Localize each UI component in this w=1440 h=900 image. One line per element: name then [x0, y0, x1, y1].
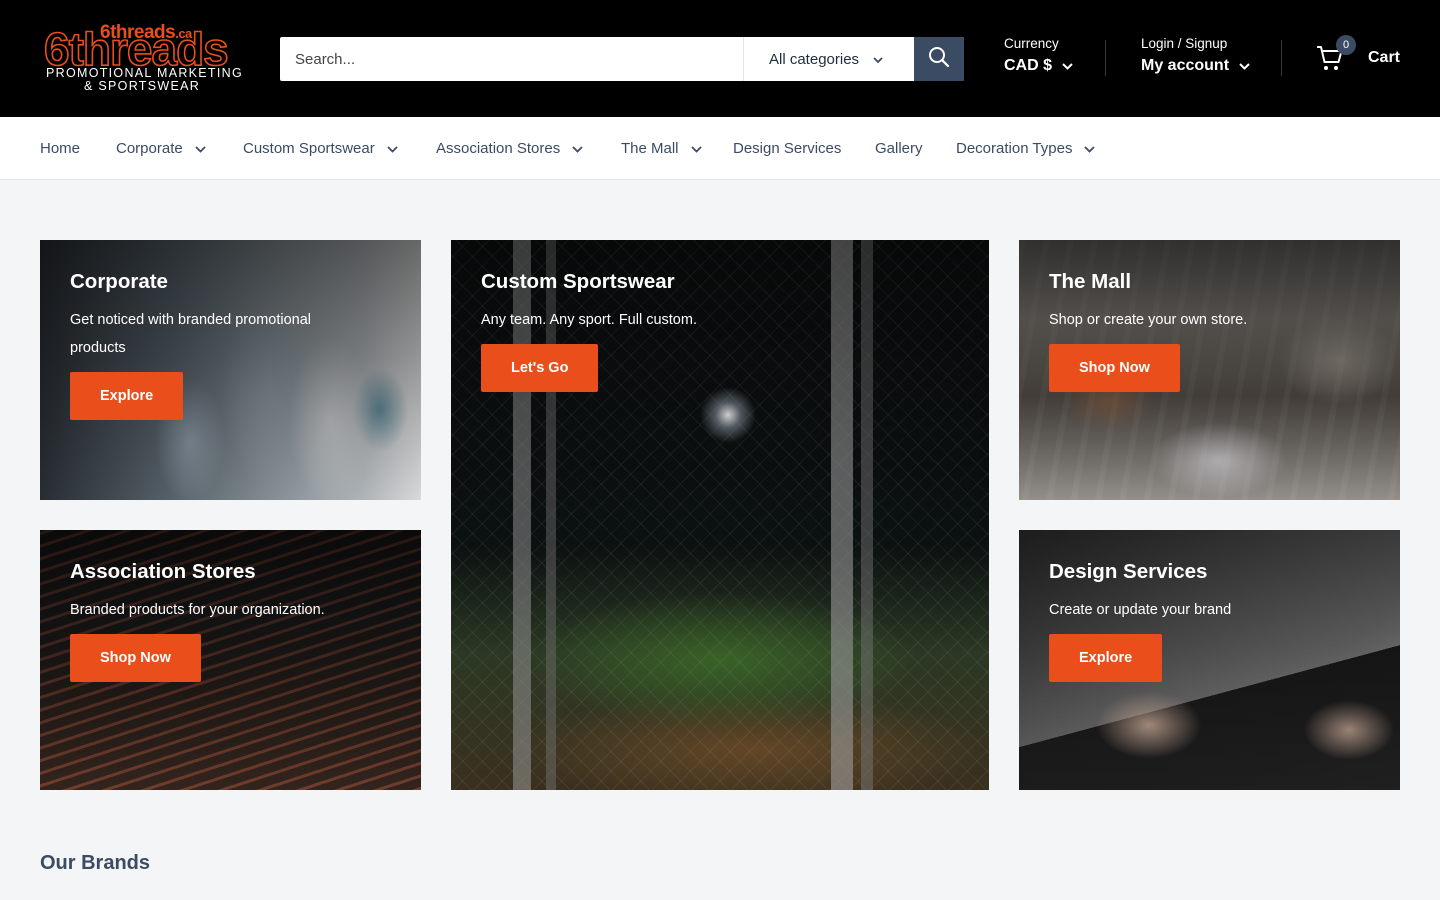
main-navigation: Home Corporate Custom Sportswear Associa… [0, 117, 1440, 180]
search-input[interactable] [280, 37, 743, 81]
tile-description: Any team. Any sport. Full custom. [481, 312, 697, 328]
nav-item-custom-sportswear[interactable]: Custom Sportswear [243, 117, 398, 179]
tile-title: Custom Sportswear [481, 270, 675, 293]
nav-item-label: Gallery [875, 139, 923, 157]
nav-item-label: Home [40, 139, 81, 157]
section-heading-brands: Our Brands [40, 852, 151, 874]
chevron-down-icon [690, 140, 702, 157]
header-divider [1281, 40, 1282, 76]
nav-item-label: Design Services [733, 139, 842, 157]
tile-description: Get noticed with branded promotional pro… [70, 312, 312, 356]
cart-icon: 0 [1316, 35, 1356, 73]
shop-now-button[interactable]: Shop Now [1049, 344, 1180, 392]
chevron-down-icon [1239, 57, 1250, 75]
tile-title: Corporate [70, 270, 168, 293]
tile-description: Branded products for your organization. [70, 602, 325, 618]
chevron-down-icon [1084, 140, 1096, 157]
cart-label: Cart [1368, 49, 1401, 66]
nav-item-label: Corporate [116, 139, 183, 157]
tile-title: Design Services [1049, 560, 1208, 583]
category-select-label: All categories [769, 50, 860, 68]
tile-description: Shop or create your own store. [1049, 312, 1248, 328]
tile-corporate[interactable]: Corporate Get noticed with branded promo… [40, 240, 421, 500]
tile-the-mall[interactable]: The Mall Shop or create your own store. … [1019, 240, 1400, 500]
currency-selector[interactable]: Currency CAD $ [1004, 36, 1073, 75]
currency-label: Currency [1004, 36, 1059, 51]
tile-custom-sportswear[interactable]: Custom Sportswear Any team. Any sport. F… [451, 240, 989, 790]
cart-button[interactable]: 0 Cart [1316, 35, 1401, 76]
nav-item-decoration-types[interactable]: Decoration Types [956, 117, 1096, 179]
chevron-down-icon [387, 140, 398, 157]
nav-item-label: Decoration Types [956, 139, 1073, 157]
currency-value: CAD $ [1004, 57, 1053, 74]
search-bar: All categories [280, 37, 964, 81]
cart-count-badge: 0 [1336, 35, 1356, 55]
tile-title: Association Stores [70, 560, 256, 583]
explore-button[interactable]: Explore [70, 372, 184, 420]
nav-item-design-services[interactable]: Design Services [733, 117, 841, 179]
chevron-down-icon [572, 140, 583, 157]
nav-item-gallery[interactable]: Gallery [875, 117, 923, 179]
login-signup-link[interactable]: Login / Signup [1141, 36, 1250, 51]
nav-item-label: The Mall [621, 139, 679, 157]
site-header: 6threads.ca 6threads PROMOTIONAL MARKETI… [0, 0, 1440, 117]
my-account-label: My account [1141, 57, 1230, 74]
tile-title: The Mall [1049, 270, 1132, 293]
account-menu[interactable]: Login / Signup My account [1141, 36, 1250, 75]
category-select[interactable]: All categories [744, 37, 914, 81]
chevron-down-icon [873, 51, 883, 68]
logo-tagline-1: PROMOTIONAL MARKETING [46, 66, 243, 80]
tile-description: Create or update your brand [1049, 602, 1232, 618]
search-button[interactable] [914, 37, 964, 81]
chevron-down-icon [195, 140, 206, 157]
search-icon [928, 46, 950, 73]
explore-button[interactable]: Explore [1049, 634, 1163, 682]
shop-now-button[interactable]: Shop Now [70, 634, 201, 682]
nav-item-label: Association Stores [436, 139, 561, 157]
header-divider [1105, 40, 1106, 76]
tile-design-services[interactable]: Design Services Create or update your br… [1019, 530, 1400, 790]
nav-item-label: Custom Sportswear [243, 139, 375, 157]
site-logo[interactable]: 6threads.ca 6threads PROMOTIONAL MARKETI… [40, 22, 243, 94]
tile-association-stores[interactable]: Association Stores Branded products for … [40, 530, 421, 790]
lets-go-button[interactable]: Let's Go [481, 344, 599, 392]
nav-item-the-mall[interactable]: The Mall [621, 117, 702, 179]
logo-tagline-2: & SPORTSWEAR [84, 79, 201, 93]
nav-item-association-stores[interactable]: Association Stores [436, 117, 583, 179]
nav-item-home[interactable]: Home [40, 117, 80, 179]
chevron-down-icon [1062, 57, 1073, 75]
nav-item-corporate[interactable]: Corporate [116, 117, 206, 179]
